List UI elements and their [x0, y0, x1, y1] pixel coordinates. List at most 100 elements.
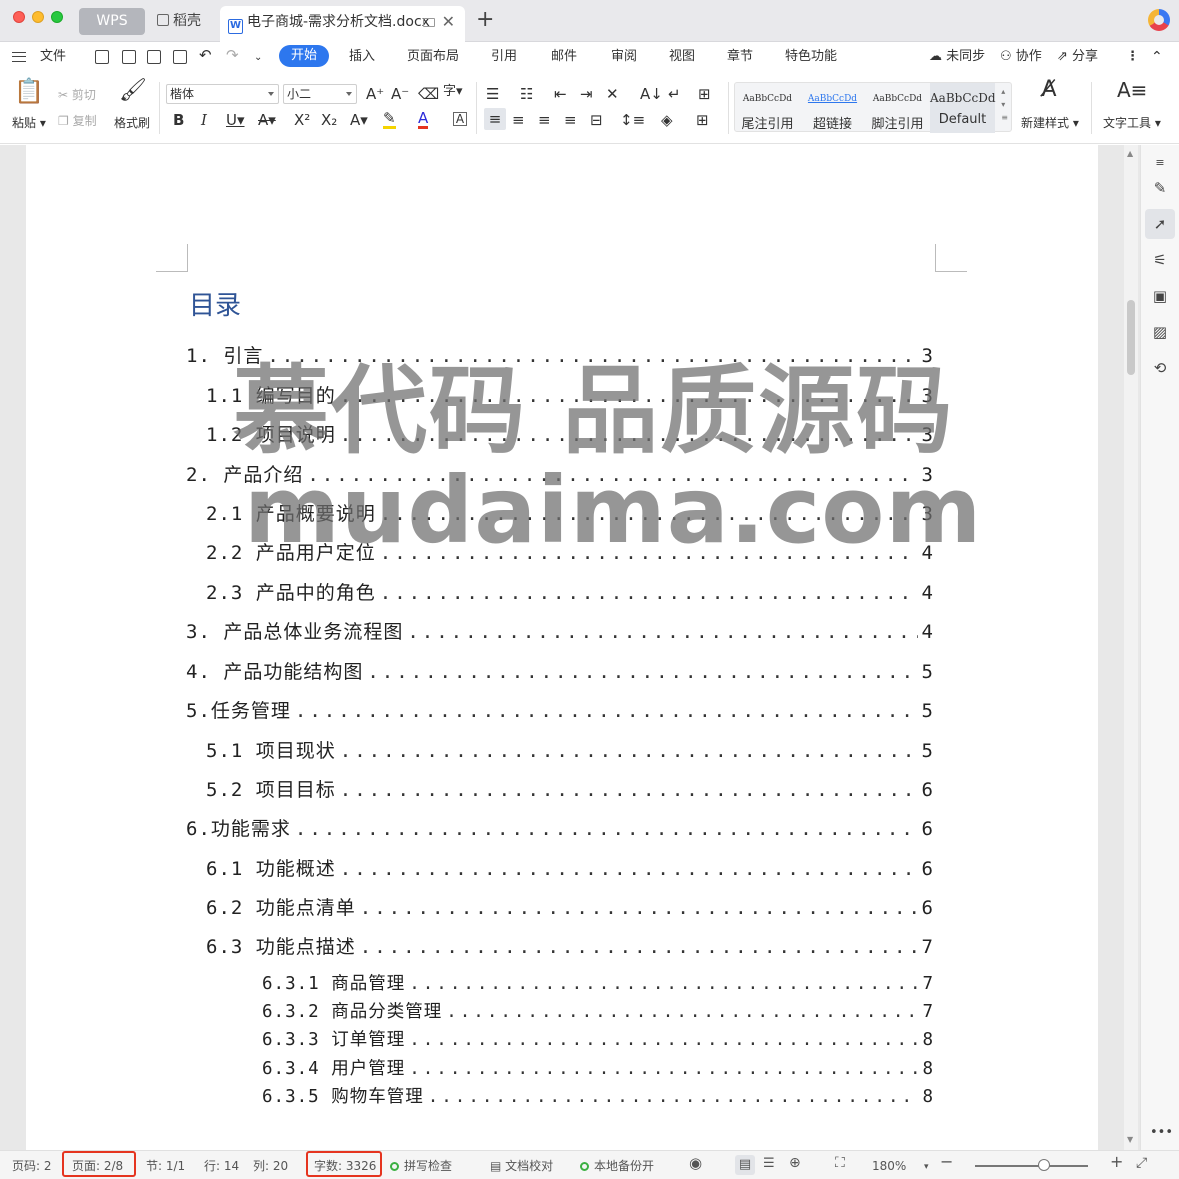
tab-special-features[interactable]: 特色功能 [785, 47, 837, 67]
web-view-icon[interactable]: ⊕ [789, 1156, 801, 1170]
tab-view[interactable]: 视图 [669, 47, 695, 67]
export-pdf-icon[interactable] [122, 50, 136, 64]
tab-references[interactable]: 引用 [491, 47, 517, 67]
tab-wps[interactable]: WPS [79, 8, 145, 35]
print-preview-icon[interactable] [173, 50, 187, 64]
close-window-button[interactable] [13, 11, 25, 23]
font-color-icon[interactable]: A [418, 111, 429, 129]
more-options-icon[interactable]: ••• [1150, 1123, 1173, 1143]
scrollbar-thumb[interactable] [1127, 300, 1135, 375]
vertical-scrollbar[interactable]: ▲ ▼ [1124, 145, 1138, 1150]
adjust-icon[interactable]: ⚟ [1150, 250, 1170, 270]
chinese-layout-icon[interactable]: ✕ [606, 85, 619, 103]
text-effect-icon[interactable]: A▾ [350, 111, 368, 129]
tab-document[interactable]: W 电子商城-需求分析文档.docx ✕ [220, 6, 465, 42]
pen-icon[interactable]: ✎ [1150, 178, 1170, 198]
status-page[interactable]: 页面: 2/8 [72, 1159, 123, 1173]
scroll-up-icon[interactable]: ▲ [1127, 149, 1133, 158]
collaborate-button[interactable]: ⚇ 协作 [1000, 47, 1042, 67]
zoom-slider-track[interactable] [975, 1165, 1088, 1167]
borders-icon[interactable]: ⊞ [696, 111, 709, 129]
underline-icon[interactable]: U▾ [226, 111, 245, 129]
sync-status[interactable]: ☁ 未同步 [929, 47, 985, 67]
zoom-in-icon[interactable]: + [1110, 1154, 1123, 1170]
status-column[interactable]: 列: 20 [253, 1159, 288, 1173]
char-border-icon[interactable]: A [453, 112, 467, 126]
toc-entry[interactable]: 5.任务管理..................................… [186, 696, 933, 723]
tab-review[interactable]: 审阅 [611, 47, 637, 67]
toc-entry[interactable]: 6.功能需求..................................… [186, 814, 933, 841]
fit-page-icon[interactable]: ⛶ [835, 1156, 845, 1170]
redo-icon[interactable]: ↷ [226, 45, 239, 65]
phonetic-guide-icon[interactable]: 字▾ [443, 83, 463, 101]
zoom-window-button[interactable] [51, 11, 63, 23]
decrease-indent-icon[interactable]: ⇤ [554, 85, 567, 103]
history-icon[interactable]: ⟲ [1150, 358, 1170, 378]
grow-font-icon[interactable]: A⁺ [366, 85, 384, 103]
bold-icon[interactable]: B [173, 111, 184, 129]
zoom-out-icon[interactable]: − [940, 1154, 953, 1170]
strikethrough-icon[interactable]: A▾ [258, 111, 276, 129]
shrink-font-icon[interactable]: A⁻ [391, 85, 409, 103]
styles-scroll-icon[interactable]: ▴ ▾ ≡ [1001, 85, 1008, 124]
fullscreen-icon[interactable]: ⤢ [1136, 1156, 1147, 1170]
zoom-slider-thumb[interactable] [1038, 1159, 1050, 1171]
quick-access-more-icon[interactable]: ⌄ [254, 48, 262, 68]
style-endnote-ref[interactable]: AaBbCcDd 尾注引用 [735, 83, 800, 133]
align-right-icon[interactable]: ≡ [538, 111, 551, 129]
tab-insert[interactable]: 插入 [349, 47, 375, 67]
form-icon[interactable]: ▣ [1150, 286, 1170, 306]
subscript-icon[interactable]: X₂ [321, 111, 337, 129]
status-row[interactable]: 行: 14 [204, 1159, 239, 1173]
italic-icon[interactable]: I [201, 111, 207, 129]
share-button[interactable]: ⇗ 分享 [1057, 47, 1098, 67]
align-left-icon[interactable]: ≡ [484, 108, 506, 130]
line-spacing-icon[interactable]: ↕≡ [620, 111, 645, 129]
toc-entry[interactable]: 3. 产品总体业务流程图............................… [186, 617, 933, 644]
window-mode-icon[interactable] [423, 18, 435, 27]
close-tab-icon[interactable]: ✕ [442, 6, 455, 38]
toc-entry[interactable]: 6.3.5 购物车管理.............................… [262, 1083, 933, 1108]
status-page-number[interactable]: 页码: 2 [12, 1159, 52, 1173]
font-name-select[interactable]: 楷体 [166, 84, 279, 104]
toc-entry[interactable]: 2.3 产品中的角色..............................… [206, 578, 933, 605]
new-style-icon[interactable]: A̸ [1036, 79, 1062, 101]
show-marks-icon[interactable]: ↵ [668, 85, 681, 103]
toc-entry[interactable]: 4. 产品功能结构图..............................… [186, 657, 933, 684]
numbered-list-icon[interactable]: ☷ [520, 85, 533, 103]
image-icon[interactable]: ▨ [1150, 322, 1170, 342]
sort-icon[interactable]: A↓ [640, 85, 663, 103]
zoom-dropdown-icon[interactable]: ▾ [924, 1160, 929, 1174]
text-tools-icon[interactable]: A≡ [1117, 80, 1147, 100]
tab-chapter[interactable]: 章节 [727, 47, 753, 67]
select-cursor-icon[interactable]: ➚ [1145, 209, 1175, 239]
tab-daoke[interactable]: 稻壳 [153, 8, 219, 35]
style-hyperlink[interactable]: AaBbCcDd 超链接 [800, 83, 865, 133]
cut-button[interactable]: ✂ 剪切 [58, 86, 96, 103]
eye-protection-icon[interactable]: ◉ [689, 1156, 702, 1171]
paste-button[interactable]: 粘贴 ▾ [12, 114, 46, 131]
toc-entry[interactable]: 5.1 项目现状................................… [206, 736, 933, 763]
tab-home[interactable]: 开始 [279, 45, 329, 67]
clear-format-icon[interactable]: ⌫ [418, 85, 439, 103]
undo-icon[interactable]: ↶ [199, 45, 212, 65]
distribute-icon[interactable]: ⊟ [590, 111, 603, 129]
toc-entry[interactable]: 5.2 项目目标................................… [206, 775, 933, 802]
align-center-icon[interactable]: ≡ [512, 111, 525, 129]
shading-icon[interactable]: ◈ [661, 111, 673, 129]
new-tab-button[interactable]: + [476, 6, 494, 34]
new-style-button[interactable]: 新建样式 ▾ [1021, 114, 1079, 131]
spell-check-button[interactable]: 拼写检查 [390, 1159, 452, 1173]
toc-entry[interactable]: 6.3.4 用户管理..............................… [262, 1055, 933, 1080]
save-icon[interactable] [95, 50, 109, 64]
style-footnote-ref[interactable]: AaBbCcDd 脚注引用 [865, 83, 930, 133]
paste-icon[interactable]: 📋 [14, 79, 44, 103]
menu-icon[interactable] [12, 52, 26, 62]
tab-mailings[interactable]: 邮件 [551, 47, 577, 67]
zoom-level[interactable]: 180% [872, 1159, 906, 1173]
toc-entry[interactable]: 6.3.2 商品分类管理............................… [262, 998, 933, 1023]
wps-account-icon[interactable] [1148, 9, 1170, 31]
text-tools-button[interactable]: 文字工具 ▾ [1103, 114, 1161, 131]
style-default[interactable]: AaBbCcDd Default [930, 83, 996, 133]
tab-stops-icon[interactable]: ⊞ [698, 85, 711, 103]
